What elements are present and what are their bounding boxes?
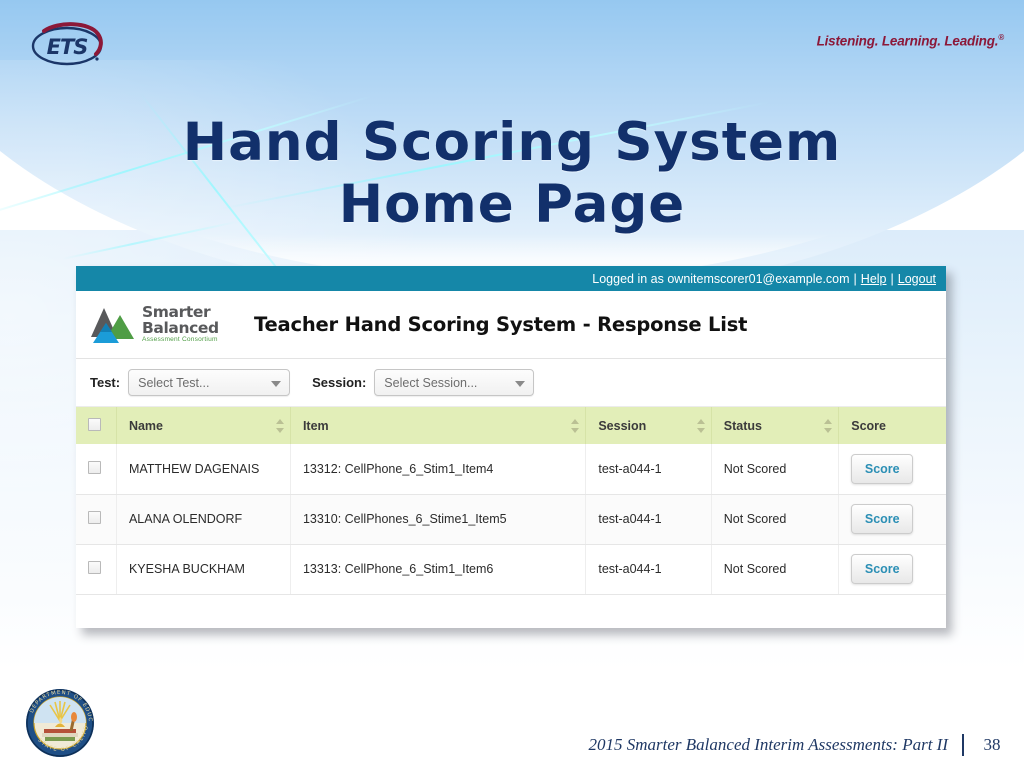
table-row[interactable]: KYESHA BUCKHAM 13313: CellPhone_6_Stim1_… — [76, 544, 946, 595]
cell-item: 13313: CellPhone_6_Stim1_Item6 — [290, 544, 587, 595]
column-header-status-label: Status — [723, 418, 762, 433]
table-row[interactable]: MATTHEW DAGENAIS 13312: CellPhone_6_Stim… — [76, 444, 946, 495]
page-title-line2: Home Page — [338, 174, 686, 235]
cell-score: Score — [838, 494, 946, 545]
page-title-line1: Hand Scoring System — [182, 112, 842, 173]
session-select-value: Select Session... — [384, 375, 478, 390]
score-button[interactable]: Score — [851, 554, 914, 584]
row-select-cell[interactable] — [76, 444, 117, 495]
table-head: Name Item Session Status Score — [76, 407, 946, 444]
row-select-cell[interactable] — [76, 544, 117, 595]
column-header-select-all[interactable] — [76, 407, 117, 444]
column-header-name-label: Name — [128, 418, 163, 433]
sort-arrows-icon[interactable] — [275, 418, 284, 433]
column-header-session[interactable]: Session — [585, 407, 712, 444]
app-header-title: Teacher Hand Scoring System - Response L… — [254, 313, 748, 336]
column-header-item[interactable]: Item — [290, 407, 587, 444]
cell-name: ALANA OLENDORF — [116, 494, 291, 545]
footer-divider — [962, 734, 964, 756]
ets-logo: ETS — [28, 22, 106, 68]
topbar-separator-1: | — [853, 271, 857, 286]
cell-name: MATTHEW DAGENAIS — [116, 444, 291, 495]
score-button[interactable]: Score — [851, 504, 914, 534]
sort-arrows-icon[interactable] — [696, 418, 705, 433]
svg-text:ETS: ETS — [47, 35, 88, 59]
app-topbar: Logged in as ownitemscorer01@example.com… — [76, 266, 946, 291]
status-badge: Not Scored — [711, 494, 840, 545]
chevron-down-icon — [515, 380, 526, 387]
slide-canvas: ETS Listening. Learning. Leading.® Hand … — [0, 0, 1024, 768]
score-button[interactable]: Score — [851, 453, 914, 484]
cell-session: test-a044-1 — [585, 544, 712, 595]
app-header: Smarter Balanced Assessment Consortium T… — [76, 291, 946, 359]
cell-score: Score — [838, 444, 946, 495]
page-number: 38 — [983, 735, 1001, 754]
session-label: Session: — [312, 375, 367, 390]
column-header-item-label: Item — [302, 418, 329, 433]
table-body: MATTHEW DAGENAIS 13312: CellPhone_6_Stim… — [76, 444, 946, 595]
status-badge: Not Scored — [711, 544, 840, 595]
column-header-status[interactable]: Status — [711, 407, 840, 444]
help-link[interactable]: Help — [861, 272, 887, 286]
sb-line-3: Assessment Consortium — [142, 336, 218, 344]
cell-session: test-a044-1 — [585, 444, 712, 495]
row-checkbox[interactable] — [88, 460, 101, 474]
row-checkbox[interactable] — [88, 511, 101, 524]
cell-item: 13310: CellPhones_6_Stime1_Item5 — [290, 494, 587, 545]
test-select-value: Select Test... — [138, 375, 210, 390]
row-select-cell[interactable] — [76, 494, 117, 545]
row-checkbox[interactable] — [88, 561, 101, 574]
sort-arrows-icon[interactable] — [824, 418, 833, 433]
smarter-balanced-logo: Smarter Balanced Assessment Consortium — [90, 305, 238, 345]
cell-item: 13312: CellPhone_6_Stim1_Item4 — [290, 444, 587, 495]
table-header-row: Name Item Session Status Score — [76, 407, 946, 444]
cell-score: Score — [838, 544, 946, 595]
ets-tagline: Listening. Learning. Leading.® — [816, 33, 1005, 49]
column-header-session-label: Session — [598, 418, 647, 433]
logout-link[interactable]: Logout — [898, 272, 936, 286]
logged-in-label: Logged in as ownitemscorer01@example.com — [592, 271, 850, 286]
footer-text: 2015 Smarter Balanced Interim Assessment… — [588, 735, 948, 754]
response-list-table: Name Item Session Status Score MATTHEW D… — [76, 407, 946, 595]
chevron-down-icon — [271, 380, 282, 387]
app-screenshot-panel: Logged in as ownitemscorer01@example.com… — [76, 266, 946, 628]
column-header-score-label: Score — [851, 418, 886, 433]
cell-session: test-a044-1 — [585, 494, 712, 545]
sort-arrows-icon[interactable] — [571, 418, 580, 433]
status-badge: Not Scored — [711, 444, 840, 495]
test-select[interactable]: Select Test... — [128, 369, 291, 396]
smarter-balanced-wordmark: Smarter Balanced Assessment Consortium — [142, 305, 219, 344]
filter-bar: Test: Select Test... Session: Select Ses… — [76, 359, 946, 407]
triangles-icon — [90, 305, 136, 345]
topbar-separator-2: | — [890, 271, 894, 286]
sb-line-2: Balanced — [142, 318, 219, 337]
test-label: Test: — [90, 375, 121, 390]
slide-footer: 2015 Smarter Balanced Interim Assessment… — [0, 734, 1024, 756]
page-title: Hand Scoring System Home Page — [0, 112, 1024, 236]
column-header-score: Score — [838, 407, 946, 444]
cell-name: KYESHA BUCKHAM — [116, 544, 291, 595]
registered-mark-icon: ® — [998, 33, 1004, 42]
session-select[interactable]: Select Session... — [374, 369, 535, 396]
column-header-name[interactable]: Name — [116, 407, 291, 444]
select-all-checkbox[interactable] — [88, 417, 101, 431]
table-row[interactable]: ALANA OLENDORF 13310: CellPhones_6_Stime… — [76, 494, 946, 545]
ets-tagline-text: Listening. Learning. Leading. — [816, 33, 999, 49]
